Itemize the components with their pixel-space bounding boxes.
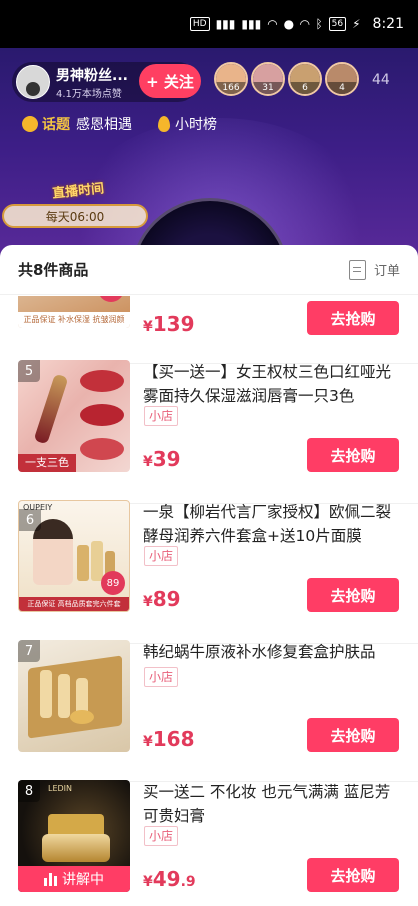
product-list[interactable]: 139 正品保证 补水保湿 抗皱润颜 ¥139 去抢购 5 一支三色 【买一送一… <box>0 296 418 906</box>
product-title[interactable]: 【买一送一】女王权杖三色口红哑光雾面持久保湿滋润唇膏一只3色 <box>143 360 393 408</box>
orders-label: 订单 <box>373 264 400 279</box>
buy-button[interactable]: 去抢购 <box>307 858 399 892</box>
product-price: ¥89 <box>143 587 181 611</box>
shop-tag: 小店 <box>144 546 179 566</box>
product-price: ¥168 <box>143 727 195 751</box>
headphones-icon: ◜◝ <box>300 17 310 31</box>
product-price: ¥139 <box>143 312 195 336</box>
wifi-icon: ◠ <box>267 17 278 31</box>
hd-indicator: HD <box>189 17 210 31</box>
viewer-avatar[interactable]: 4 <box>325 62 359 96</box>
battery-indicator: 56 <box>328 17 347 31</box>
product-thumbnail[interactable]: 7 <box>18 640 130 752</box>
buy-button[interactable]: 去抢购 <box>307 438 399 472</box>
buy-button[interactable]: 去抢购 <box>307 578 399 612</box>
hour-rank-link[interactable]: 小时榜 <box>175 114 217 134</box>
viewer-avatar[interactable]: 6 <box>288 62 322 96</box>
order-icon <box>348 259 366 280</box>
product-item[interactable]: 7 韩纪蜗牛原液补水修复套盒护肤品 小店 ¥168 去抢购 <box>0 640 418 780</box>
sheet-title: 共8件商品 <box>18 261 89 279</box>
shop-tag: 小店 <box>144 826 179 846</box>
product-sheet: 共8件商品 订单 139 正品保证 补水保湿 抗皱润颜 ¥139 去抢购 <box>0 245 418 906</box>
explaining-badge: 讲解中 <box>18 866 130 892</box>
bluetooth-icon: ᛒ <box>315 17 323 31</box>
host-name: 男神粉丝... <box>56 67 128 84</box>
follow-button[interactable]: + 关注 <box>139 64 201 98</box>
product-thumbnail[interactable]: 5 一支三色 <box>18 360 130 472</box>
host-likes: 4.1万本场点赞 <box>56 88 122 100</box>
notification-icon: ● <box>283 17 295 31</box>
product-thumbnail[interactable]: 89 正品保证 高档品质套完六件套 OUPEIY 6 <box>18 500 130 612</box>
orders-button[interactable]: 订单 <box>348 259 400 280</box>
viewer-count[interactable]: 44 <box>372 72 390 88</box>
product-price: ¥49.9 <box>143 867 196 891</box>
flame-icon <box>158 116 170 132</box>
product-title[interactable]: 一泉【柳岩代言厂家授权】欧佩二裂酵母润养六件套盒+送10片面膜 <box>143 500 393 548</box>
shop-tag: 小店 <box>144 667 179 687</box>
product-thumbnail[interactable]: 139 正品保证 补水保湿 抗皱润颜 <box>18 296 130 328</box>
item-index: 8 <box>18 780 40 802</box>
clock: 8:21 <box>372 16 404 32</box>
signal-icon-2: ▮▮▮ <box>241 17 262 31</box>
charging-icon: ⚡ <box>352 17 361 31</box>
product-title[interactable]: 买一送二 不化妆 也元气满满 蓝尼芳可贵妇膏 <box>143 780 393 828</box>
shop-tag: 小店 <box>144 406 179 426</box>
host-avatar[interactable] <box>16 65 50 99</box>
buy-button[interactable]: 去抢购 <box>307 301 399 335</box>
item-index: 7 <box>18 640 40 662</box>
audio-bars-icon <box>44 872 57 886</box>
item-index: 5 <box>18 360 40 382</box>
product-item[interactable]: 139 正品保证 补水保湿 抗皱润颜 ¥139 去抢购 <box>0 296 418 353</box>
live-stream-background: 男神粉丝... 4.1万本场点赞 + 关注 166 31 6 4 44 话题 感… <box>0 48 418 263</box>
topic-icon <box>22 116 38 132</box>
product-price: ¥39 <box>143 447 181 471</box>
product-title[interactable]: 韩纪蜗牛原液补水修复套盒护肤品 <box>143 640 393 664</box>
daily-schedule: 每天06:00 <box>2 204 148 228</box>
product-item[interactable]: 5 一支三色 【买一送一】女王权杖三色口红哑光雾面持久保湿滋润唇膏一只3色 小店… <box>0 360 418 500</box>
topic-label[interactable]: 话题 <box>42 114 70 134</box>
buy-button[interactable]: 去抢购 <box>307 718 399 752</box>
viewer-avatar[interactable]: 166 <box>214 62 248 96</box>
signal-icon: ▮▮▮ <box>215 17 236 31</box>
product-thumbnail[interactable]: LEDIN 8 讲解中 <box>18 780 130 892</box>
status-bar: HD ▮▮▮ ▮▮▮ ◠ ● ◜◝ ᛒ 56 ⚡ 8:21 <box>0 0 418 48</box>
item-index: 6 <box>19 509 41 531</box>
topic-text[interactable]: 感恩相遇 <box>76 114 132 134</box>
product-item[interactable]: 89 正品保证 高档品质套完六件套 OUPEIY 6 一泉【柳岩代言厂家授权】欧… <box>0 500 418 640</box>
product-item[interactable]: LEDIN 8 讲解中 买一送二 不化妆 也元气满满 蓝尼芳可贵妇膏 小店 ¥4… <box>0 780 418 906</box>
viewer-avatar[interactable]: 31 <box>251 62 285 96</box>
